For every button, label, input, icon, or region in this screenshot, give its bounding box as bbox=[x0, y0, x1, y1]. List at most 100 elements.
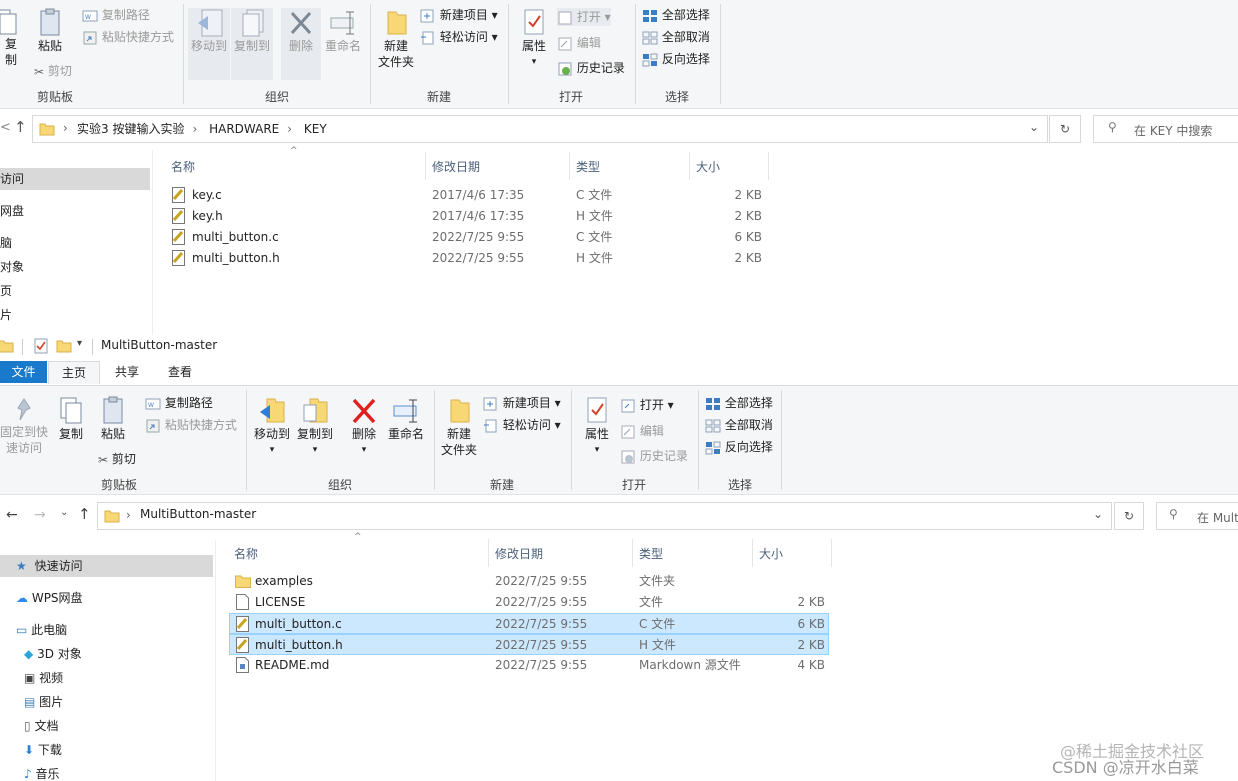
easy-access-button[interactable]: 轻松访问 ▾ bbox=[483, 416, 561, 434]
top-new-folder-button[interactable]: 新建 文件夹 bbox=[375, 8, 417, 70]
nav-item-quick-access[interactable]: 访问 bbox=[0, 168, 150, 190]
file-row[interactable]: key.h 2017/4/6 17:35 H 文件 2 KB bbox=[166, 206, 770, 227]
breadcrumb-item[interactable]: 实验3 按键输入实验 bbox=[77, 122, 184, 136]
top-copy-path-button[interactable]: W 复制路径 bbox=[82, 6, 150, 24]
properties-icon[interactable] bbox=[34, 338, 48, 354]
nav-item-pc[interactable]: 脑 bbox=[0, 232, 12, 254]
top-up-button[interactable]: ↑ bbox=[14, 118, 27, 136]
recent-locations-button[interactable]: ⌄ bbox=[60, 507, 68, 518]
top-select-all-button[interactable]: 全部选择 bbox=[642, 6, 710, 24]
column-header-date[interactable]: 修改日期 bbox=[432, 158, 480, 175]
top-paste-shortcut-button[interactable]: 粘贴快捷方式 bbox=[82, 28, 174, 46]
top-copy-to-button[interactable]: 复制到 bbox=[231, 8, 273, 80]
chevron-down-icon[interactable]: ⌄ bbox=[1029, 120, 1039, 134]
top-copy-button[interactable]: 复制 bbox=[0, 8, 22, 68]
new-folder-icon[interactable] bbox=[56, 339, 72, 353]
top-move-to-button[interactable]: 移动到 bbox=[188, 8, 230, 80]
back-button[interactable]: ← bbox=[6, 507, 18, 523]
breadcrumb-item[interactable]: KEY bbox=[304, 122, 327, 136]
column-header-name[interactable]: 名称 bbox=[234, 545, 258, 562]
refresh-button[interactable]: ↻ bbox=[1114, 502, 1144, 530]
copy-to-button[interactable]: 复制到 ▾ bbox=[294, 396, 336, 458]
edit-button[interactable]: 编辑 bbox=[620, 422, 664, 440]
paste-button[interactable]: 粘贴 bbox=[96, 396, 130, 442]
column-header-size[interactable]: 大小 bbox=[696, 158, 720, 175]
nav-item-wps[interactable]: 网盘 bbox=[0, 200, 24, 222]
rename-button[interactable]: 重命名 bbox=[385, 396, 427, 442]
nav-item-documents[interactable]: ▯ 文档 bbox=[24, 715, 58, 737]
divider bbox=[434, 390, 435, 490]
column-header-date[interactable]: 修改日期 bbox=[495, 545, 543, 562]
up-button[interactable]: ↑ bbox=[78, 505, 91, 523]
file-row[interactable]: key.c 2017/4/6 17:35 C 文件 2 KB bbox=[166, 185, 770, 206]
nav-item-downloads[interactable]: ⬇ 下载 bbox=[24, 739, 62, 761]
paste-shortcut-button[interactable]: 粘贴快捷方式 bbox=[145, 416, 237, 434]
top-back-button[interactable]: < bbox=[0, 120, 11, 135]
top-new-item-button[interactable]: 新建项目 ▾ bbox=[420, 6, 498, 24]
top-edit-button[interactable]: 编辑 bbox=[557, 34, 601, 52]
column-header-size[interactable]: 大小 bbox=[759, 545, 783, 562]
top-open-button[interactable]: 打开 ▾ bbox=[557, 8, 611, 26]
top-refresh-button[interactable]: ↻ bbox=[1049, 115, 1081, 143]
top-easy-access-button[interactable]: 轻松访问 ▾ bbox=[420, 28, 498, 46]
top-address-bar[interactable]: › 实验3 按键输入实验 › HARDWARE › KEY ⌄ bbox=[32, 115, 1048, 143]
file-row[interactable]: LICENSE 2022/7/25 9:55 文件 2 KB bbox=[229, 592, 829, 613]
address-bar[interactable]: › MultiButton-master ⌄ bbox=[97, 502, 1112, 530]
nav-item-quick-access[interactable]: ★ 快速访问 bbox=[0, 555, 213, 577]
new-folder-button[interactable]: 新建 文件夹 bbox=[438, 396, 480, 458]
select-all-button[interactable]: 全部选择 bbox=[705, 394, 773, 412]
tab-share[interactable]: 共享 bbox=[100, 361, 154, 383]
top-invert-selection-button[interactable]: 反向选择 bbox=[642, 50, 710, 68]
delete-button[interactable]: 删除 ▾ bbox=[344, 396, 384, 458]
top-select-none-button[interactable]: 全部取消 bbox=[642, 28, 710, 46]
tab-view[interactable]: 查看 bbox=[154, 361, 206, 383]
bottom-explorer-window: ▾ MultiButton-master 文件 主页 共享 查看 固定到快 速访… bbox=[0, 335, 1238, 781]
breadcrumb-item[interactable]: HARDWARE bbox=[209, 122, 279, 136]
new-item-button[interactable]: 新建项目 ▾ bbox=[483, 394, 561, 412]
top-cut-button[interactable]: ✂ 剪切 bbox=[34, 62, 72, 81]
top-rename-button[interactable]: 重命名 bbox=[322, 8, 364, 54]
pin-quick-access-button[interactable]: 固定到快 速访问 bbox=[0, 396, 48, 456]
file-row[interactable]: examples 2022/7/25 9:55 文件夹 bbox=[229, 571, 829, 592]
nav-item-this-pc[interactable]: ▭ 此电脑 bbox=[16, 619, 67, 641]
nav-item-video[interactable]: 页 bbox=[0, 280, 12, 302]
tab-home[interactable]: 主页 bbox=[48, 361, 100, 384]
divider bbox=[571, 390, 572, 490]
top-delete-button[interactable]: 删除 bbox=[281, 8, 321, 80]
file-row-selected[interactable]: multi_button.h 2022/7/25 9:55 H 文件 2 KB bbox=[229, 634, 829, 655]
nav-item-3d-objects[interactable]: ◆ 3D 对象 bbox=[24, 643, 82, 665]
file-row[interactable]: README.md 2022/7/25 9:55 Markdown 源文件 4 … bbox=[229, 655, 829, 676]
sort-arrow-icon: ^ bbox=[290, 146, 298, 156]
nav-item-pictures[interactable]: 片 bbox=[0, 304, 12, 326]
column-header-name[interactable]: 名称 bbox=[171, 158, 195, 175]
properties-button[interactable]: 属性 ▾ bbox=[577, 396, 617, 458]
nav-item-videos[interactable]: ▣ 视频 bbox=[24, 667, 63, 689]
file-row[interactable]: multi_button.h 2022/7/25 9:55 H 文件 2 KB bbox=[166, 248, 770, 269]
column-header-type[interactable]: 类型 bbox=[639, 545, 663, 562]
top-search-input[interactable]: ⚲ 在 KEY 中搜索 bbox=[1093, 115, 1238, 143]
column-header-type[interactable]: 类型 bbox=[576, 158, 600, 175]
history-button[interactable]: 历史记录 bbox=[620, 447, 688, 465]
copy-button[interactable]: 复制 bbox=[54, 396, 88, 442]
nav-item-pictures[interactable]: ▤ 图片 bbox=[24, 691, 63, 713]
breadcrumb-item[interactable]: MultiButton-master bbox=[140, 507, 256, 521]
cut-button[interactable]: ✂ 剪切 bbox=[98, 450, 136, 469]
file-row[interactable]: multi_button.c 2022/7/25 9:55 C 文件 6 KB bbox=[166, 227, 770, 248]
forward-button[interactable]: → bbox=[34, 507, 46, 523]
tab-file[interactable]: 文件 bbox=[0, 361, 47, 383]
move-to-button[interactable]: 移动到 ▾ bbox=[251, 396, 293, 458]
top-paste-button[interactable]: 粘贴 bbox=[34, 8, 66, 54]
chevron-down-icon[interactable]: ▾ bbox=[77, 338, 82, 349]
copy-path-button[interactable]: W 复制路径 bbox=[145, 394, 213, 412]
search-input[interactable]: ⚲ 在 Mult bbox=[1156, 502, 1238, 530]
nav-item-music[interactable]: ♪ 音乐 bbox=[24, 763, 60, 781]
open-button[interactable]: 打开 ▾ bbox=[620, 396, 674, 414]
file-row-selected[interactable]: multi_button.c 2022/7/25 9:55 C 文件 6 KB bbox=[229, 613, 829, 634]
top-properties-button[interactable]: 属性 ▾ bbox=[514, 8, 554, 70]
select-none-button[interactable]: 全部取消 bbox=[705, 416, 773, 434]
top-history-button[interactable]: 历史记录 bbox=[557, 59, 625, 77]
nav-item-3d[interactable]: 对象 bbox=[0, 256, 24, 278]
invert-selection-button[interactable]: 反向选择 bbox=[705, 438, 773, 456]
chevron-down-icon[interactable]: ⌄ bbox=[1093, 507, 1103, 521]
nav-item-wps-drive[interactable]: ☁ WPS网盘 bbox=[16, 587, 83, 609]
